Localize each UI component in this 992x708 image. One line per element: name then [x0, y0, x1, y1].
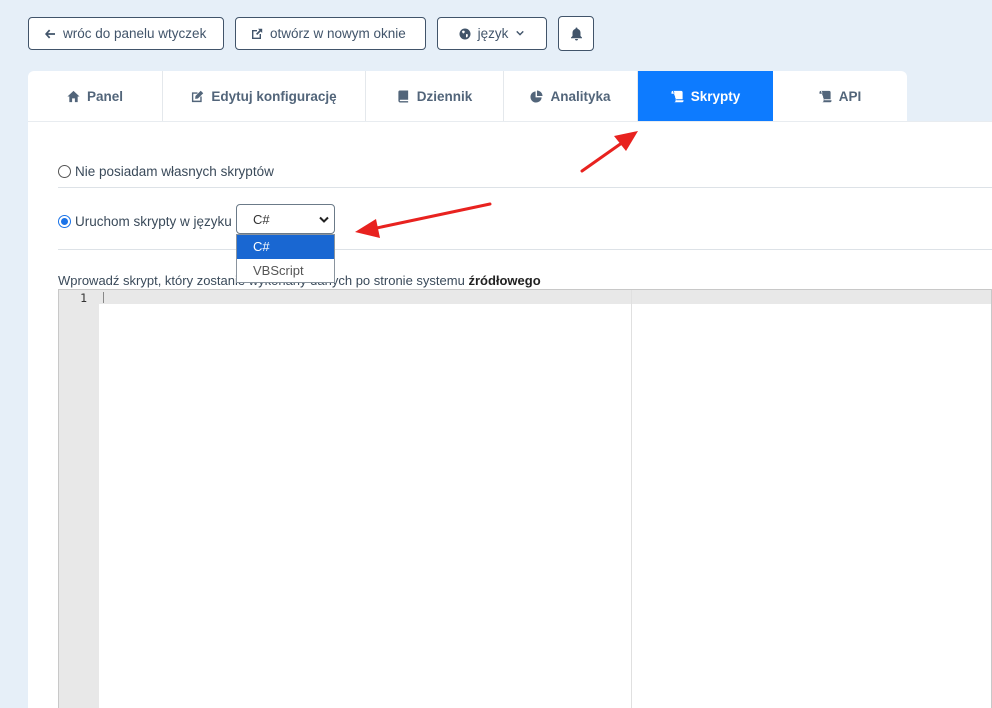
tab-log[interactable]: Dziennik [366, 71, 504, 121]
print-margin [631, 290, 632, 708]
scroll-icon [671, 90, 684, 102]
scroll-icon [819, 90, 832, 102]
book-icon [398, 89, 408, 103]
top-toolbar: wróc do panelu wtyczek otwórz w nowym ok… [28, 16, 594, 51]
main-tabs: Panel Edytuj konfigurację Dziennik Anali… [28, 71, 907, 121]
tab-label: Dziennik [416, 88, 473, 104]
home-icon [67, 90, 80, 102]
scripts-panel: Nie posiadam własnych skryptów Uruchom s… [28, 121, 992, 708]
tab-label: Skrypty [690, 88, 741, 104]
tab-panel[interactable]: Panel [28, 71, 163, 121]
open-new-window-button[interactable]: otwórz w nowym oknie [235, 17, 426, 50]
code-editor[interactable]: 1 [58, 289, 992, 708]
chevron-down-icon [319, 216, 329, 223]
globe-icon [459, 28, 471, 39]
radio-button[interactable] [58, 215, 71, 228]
language-options-list[interactable]: C# VBScript [236, 234, 335, 283]
radio-button[interactable] [58, 165, 71, 178]
tab-edit-config[interactable]: Edytuj konfigurację [163, 71, 366, 121]
text-cursor [103, 292, 104, 303]
back-to-plugins-button[interactable]: wróc do panelu wtyczek [28, 17, 224, 50]
radio-no-scripts[interactable]: Nie posiadam własnych skryptów [58, 164, 274, 179]
edit-icon [192, 90, 204, 102]
script-language-select[interactable]: C# [236, 204, 335, 234]
active-line [99, 290, 991, 304]
pie-chart-icon [530, 89, 544, 103]
radio-run-scripts-label: Uruchom skrypty w języku [75, 214, 232, 229]
open-label: otwórz w nowym oknie [270, 26, 406, 41]
tab-label: API [838, 88, 862, 104]
tab-label: Edytuj konfigurację [211, 88, 337, 104]
back-label: wróc do panelu wtyczek [63, 26, 207, 41]
tab-label: Panel [86, 88, 124, 104]
radio-run-scripts[interactable]: Uruchom skrypty w języku [58, 214, 232, 229]
divider [58, 249, 992, 250]
chevron-down-icon [516, 30, 525, 36]
hint-bold: źródłowego [468, 273, 541, 288]
bell-icon [570, 27, 582, 40]
language-dropdown-button[interactable]: język [437, 17, 547, 50]
tab-analytics[interactable]: Analityka [504, 71, 638, 121]
tab-scripts[interactable]: Skrypty [638, 71, 773, 121]
editor-gutter: 1 [59, 290, 99, 708]
tab-api[interactable]: API [773, 71, 907, 121]
tab-label: Analityka [550, 88, 611, 104]
language-option[interactable]: C# [237, 235, 334, 259]
select-value: C# [253, 211, 270, 227]
radio-no-scripts-label: Nie posiadam własnych skryptów [75, 164, 274, 179]
line-number: 1 [80, 291, 87, 305]
divider [58, 187, 992, 188]
language-option[interactable]: VBScript [237, 259, 334, 283]
language-label: język [477, 26, 509, 41]
notifications-button[interactable] [558, 16, 594, 51]
external-link-icon [252, 28, 263, 39]
arrow-left-icon [45, 29, 55, 38]
